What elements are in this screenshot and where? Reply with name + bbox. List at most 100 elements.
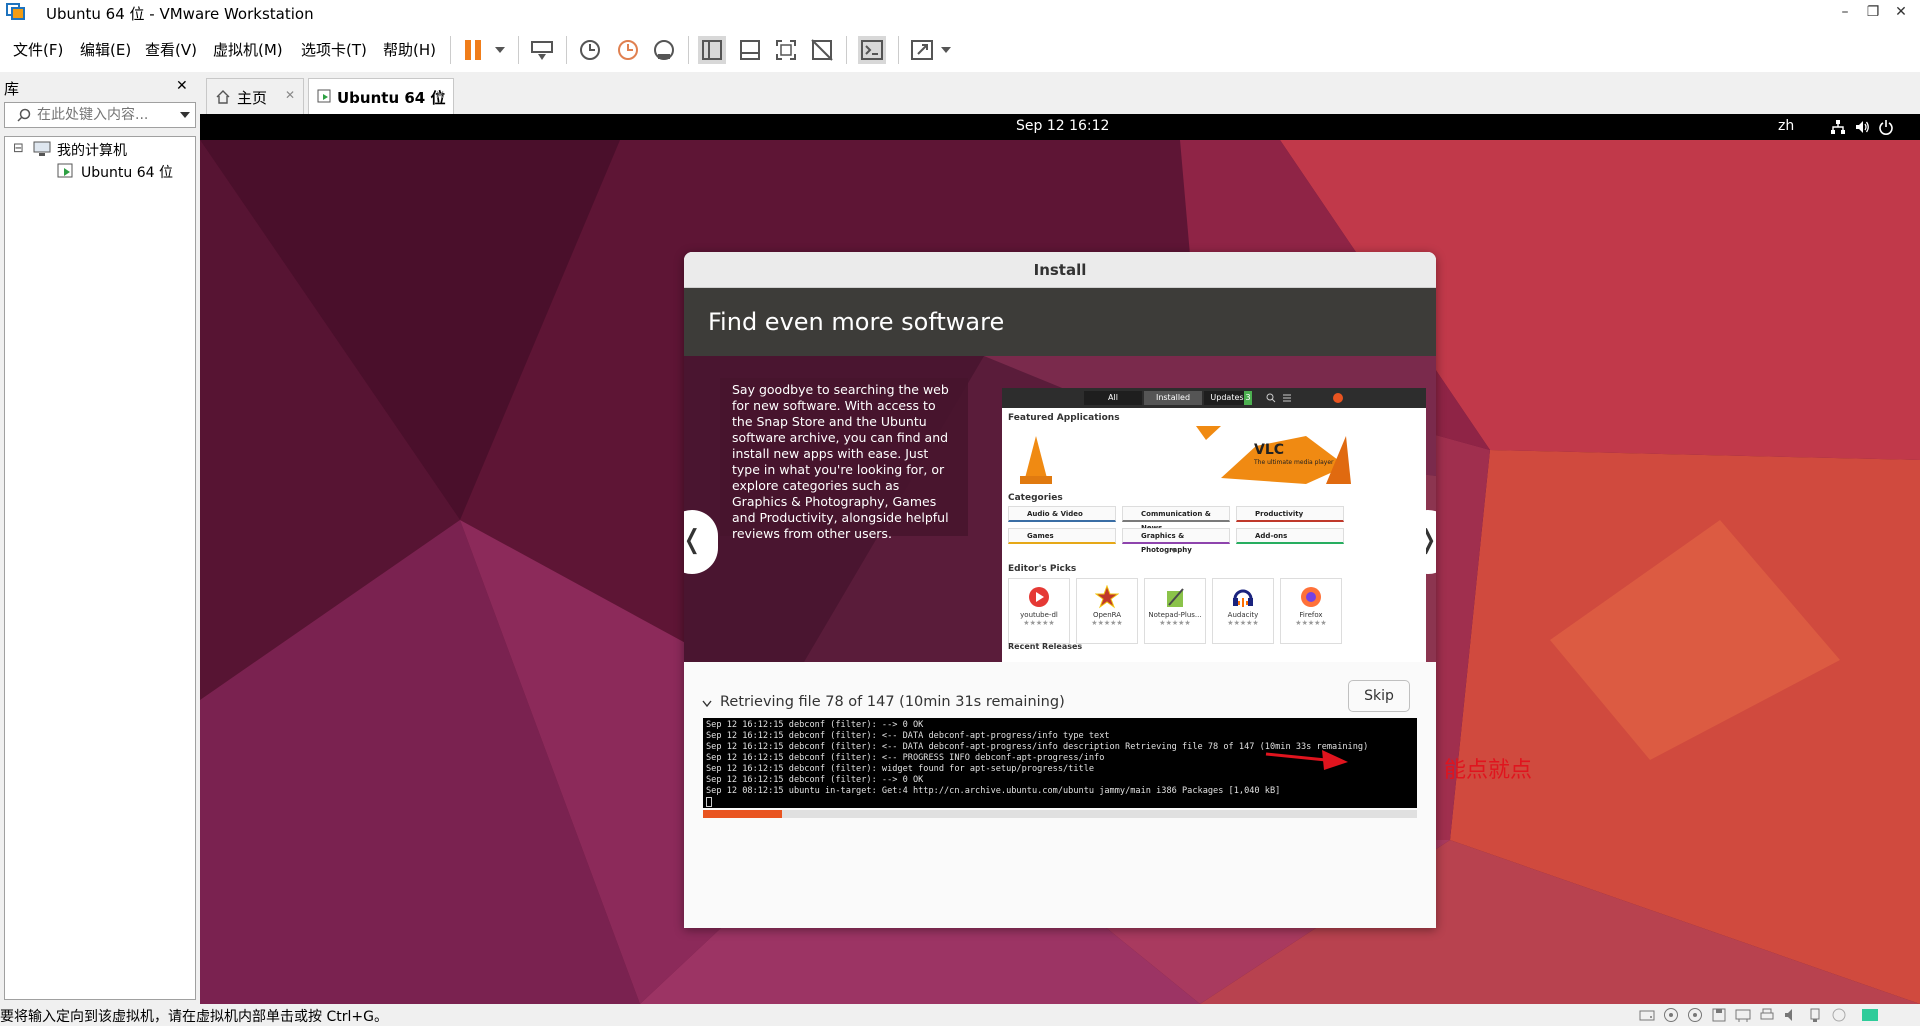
library-title: 库 bbox=[4, 80, 20, 98]
toolbar-separator bbox=[846, 36, 847, 64]
store-search-icon bbox=[1266, 393, 1276, 403]
category-communication: Communication & News bbox=[1122, 506, 1230, 532]
openra-icon bbox=[1094, 584, 1120, 609]
title-bar: Ubuntu 64 位 - VMware Workstation – ❐ ✕ bbox=[0, 0, 1920, 26]
network-adapter-icon[interactable] bbox=[1734, 1007, 1752, 1023]
library-search[interactable] bbox=[4, 102, 196, 128]
store-featured-title: Featured Applications bbox=[1008, 413, 1120, 423]
chevron-down-icon[interactable] bbox=[702, 700, 712, 708]
category-productivity: Productivity bbox=[1236, 506, 1344, 522]
store-updates-badge: 3 bbox=[1244, 391, 1252, 405]
printer-icon[interactable] bbox=[1758, 1007, 1776, 1023]
install-progress-fill bbox=[703, 810, 782, 818]
library-search-input[interactable] bbox=[35, 105, 175, 125]
home-icon bbox=[216, 90, 230, 104]
pause-icon[interactable] bbox=[460, 36, 488, 64]
tree-item-ubuntu[interactable]: Ubuntu 64 位 bbox=[81, 162, 173, 182]
skip-button[interactable]: Skip bbox=[1348, 680, 1410, 712]
toolbar-separator bbox=[518, 36, 519, 64]
tree-expander-icon[interactable]: ⊟ bbox=[13, 141, 24, 156]
tab-bar: 主页 ✕ Ubuntu 64 位 ✕ bbox=[200, 72, 1920, 114]
chevron-down-icon[interactable] bbox=[179, 110, 191, 120]
pick-stars: ★★★★★ bbox=[1227, 619, 1259, 627]
tab-close-icon[interactable]: ✕ bbox=[285, 88, 295, 102]
youtube-dl-icon bbox=[1029, 587, 1049, 607]
guest-desktop: Install Find even more software Say good… bbox=[200, 140, 1920, 1004]
snapshot-icon[interactable] bbox=[576, 36, 604, 64]
tab-close-icon[interactable]: ✕ bbox=[435, 88, 445, 102]
tab-ubuntu-label: Ubuntu 64 位 bbox=[337, 89, 446, 107]
guest-clock[interactable]: Sep 12 16:12 bbox=[1016, 118, 1109, 134]
tree-item-my-computer[interactable]: 我的计算机 bbox=[57, 140, 127, 160]
minimize-button[interactable]: – bbox=[1830, 0, 1860, 26]
category-graphics: Graphics & Photography bbox=[1122, 528, 1230, 554]
install-progress-area: Retrieving file 78 of 147 (10min 31s rem… bbox=[684, 662, 1436, 928]
menu-tabs[interactable]: 选项卡(T) bbox=[301, 39, 367, 60]
menu-edit[interactable]: 编辑(E) bbox=[80, 39, 131, 60]
log-line: Sep 12 16:12:15 debconf (filter): <-- DA… bbox=[706, 731, 1110, 741]
store-picks-title: Editor's Picks bbox=[1008, 564, 1077, 574]
category-audio-video: Audio & Video bbox=[1008, 506, 1116, 522]
menu-help[interactable]: 帮助(H) bbox=[383, 39, 436, 60]
power-icon[interactable] bbox=[1878, 119, 1894, 135]
network-icon[interactable] bbox=[1830, 119, 1846, 135]
restore-button[interactable]: ❐ bbox=[1858, 0, 1888, 26]
installer-title: Install bbox=[684, 252, 1436, 288]
toolbar-separator bbox=[688, 36, 689, 64]
tab-home[interactable]: 主页 ✕ bbox=[206, 78, 304, 114]
sound-card-icon[interactable] bbox=[1782, 1007, 1800, 1023]
log-line: Sep 12 16:12:15 debconf (filter): --> 0 … bbox=[706, 720, 924, 730]
chevron-down-icon[interactable] bbox=[932, 36, 960, 64]
menu-file[interactable]: 文件(F) bbox=[13, 39, 63, 60]
category-addons: Add-ons bbox=[1236, 528, 1344, 544]
window-title: Ubuntu 64 位 - VMware Workstation bbox=[46, 5, 314, 23]
unity-mode-icon[interactable] bbox=[808, 36, 836, 64]
thumbnail-bar-icon[interactable] bbox=[736, 36, 764, 64]
revert-snapshot-icon[interactable] bbox=[614, 36, 642, 64]
slide-description: Say goodbye to searching the web for new… bbox=[720, 378, 968, 541]
software-store-preview: All Installed Updates 3 Featured Applica… bbox=[1002, 388, 1426, 662]
search-icon bbox=[17, 108, 31, 122]
vlc-title: VLC bbox=[1254, 442, 1285, 458]
floppy-icon[interactable] bbox=[1710, 1007, 1728, 1023]
vm-display[interactable]: Sep 12 16:12 zh Install Find even more s… bbox=[200, 114, 1920, 1004]
store-recent-title: Recent Releases bbox=[1008, 642, 1083, 651]
console-view-icon[interactable] bbox=[858, 36, 886, 64]
store-categories-title: Categories bbox=[1008, 493, 1063, 503]
display-icon[interactable] bbox=[1830, 1007, 1848, 1023]
store-menu-icon bbox=[1283, 394, 1291, 402]
cd-dvd-icon[interactable] bbox=[1686, 1007, 1704, 1023]
usb-icon[interactable] bbox=[1806, 1007, 1824, 1023]
snapshot-manager-icon[interactable] bbox=[650, 36, 678, 64]
installer-window: Install Find even more software Say good… bbox=[684, 252, 1436, 928]
chevron-down-icon[interactable] bbox=[486, 36, 514, 64]
volume-icon[interactable] bbox=[1854, 119, 1870, 135]
send-ctrl-alt-del-icon[interactable] bbox=[528, 36, 556, 64]
full-screen-icon[interactable] bbox=[772, 36, 800, 64]
close-window-button[interactable]: ✕ bbox=[1886, 0, 1916, 26]
pick-stars: ★★★★★ bbox=[1295, 619, 1327, 627]
vm-running-icon bbox=[317, 89, 331, 103]
status-message: 要将输入定向到该虚拟机，请在虚拟机内部单击或按 Ctrl+G。 bbox=[0, 1009, 388, 1025]
guest-top-bar: Sep 12 16:12 zh bbox=[200, 114, 1920, 140]
firefox-icon bbox=[1301, 587, 1321, 607]
pick-audacity: Audacity ★★★★★ bbox=[1212, 578, 1274, 644]
pick-notepad-plus: Notepad-Plus... ★★★★★ bbox=[1144, 578, 1206, 644]
install-status-text: Retrieving file 78 of 147 (10min 31s rem… bbox=[720, 694, 1065, 710]
vlc-banner bbox=[1006, 426, 1422, 488]
toolbar-separator bbox=[450, 36, 451, 64]
message-log-icon[interactable] bbox=[1860, 1007, 1880, 1023]
hard-disk-icon[interactable] bbox=[1638, 1007, 1656, 1023]
library-close-icon[interactable]: ✕ bbox=[176, 78, 188, 94]
show-library-icon[interactable] bbox=[698, 36, 726, 64]
guest-input-language[interactable]: zh bbox=[1778, 118, 1794, 134]
slideshow: Say goodbye to searching the web for new… bbox=[684, 356, 1436, 662]
store-headerbar: All Installed Updates 3 bbox=[1002, 388, 1426, 408]
menu-vm[interactable]: 虚拟机(M) bbox=[213, 39, 283, 60]
tab-ubuntu[interactable]: Ubuntu 64 位 ✕ bbox=[308, 78, 454, 114]
menu-bar: 文件(F) 编辑(E) 查看(V) 虚拟机(M) 选项卡(T) 帮助(H) bbox=[0, 26, 1920, 72]
menu-view[interactable]: 查看(V) bbox=[145, 39, 197, 60]
vlc-subtitle: The ultimate media player bbox=[1254, 459, 1334, 466]
cd-dvd-icon[interactable] bbox=[1662, 1007, 1680, 1023]
store-tab-all: All bbox=[1084, 391, 1142, 405]
